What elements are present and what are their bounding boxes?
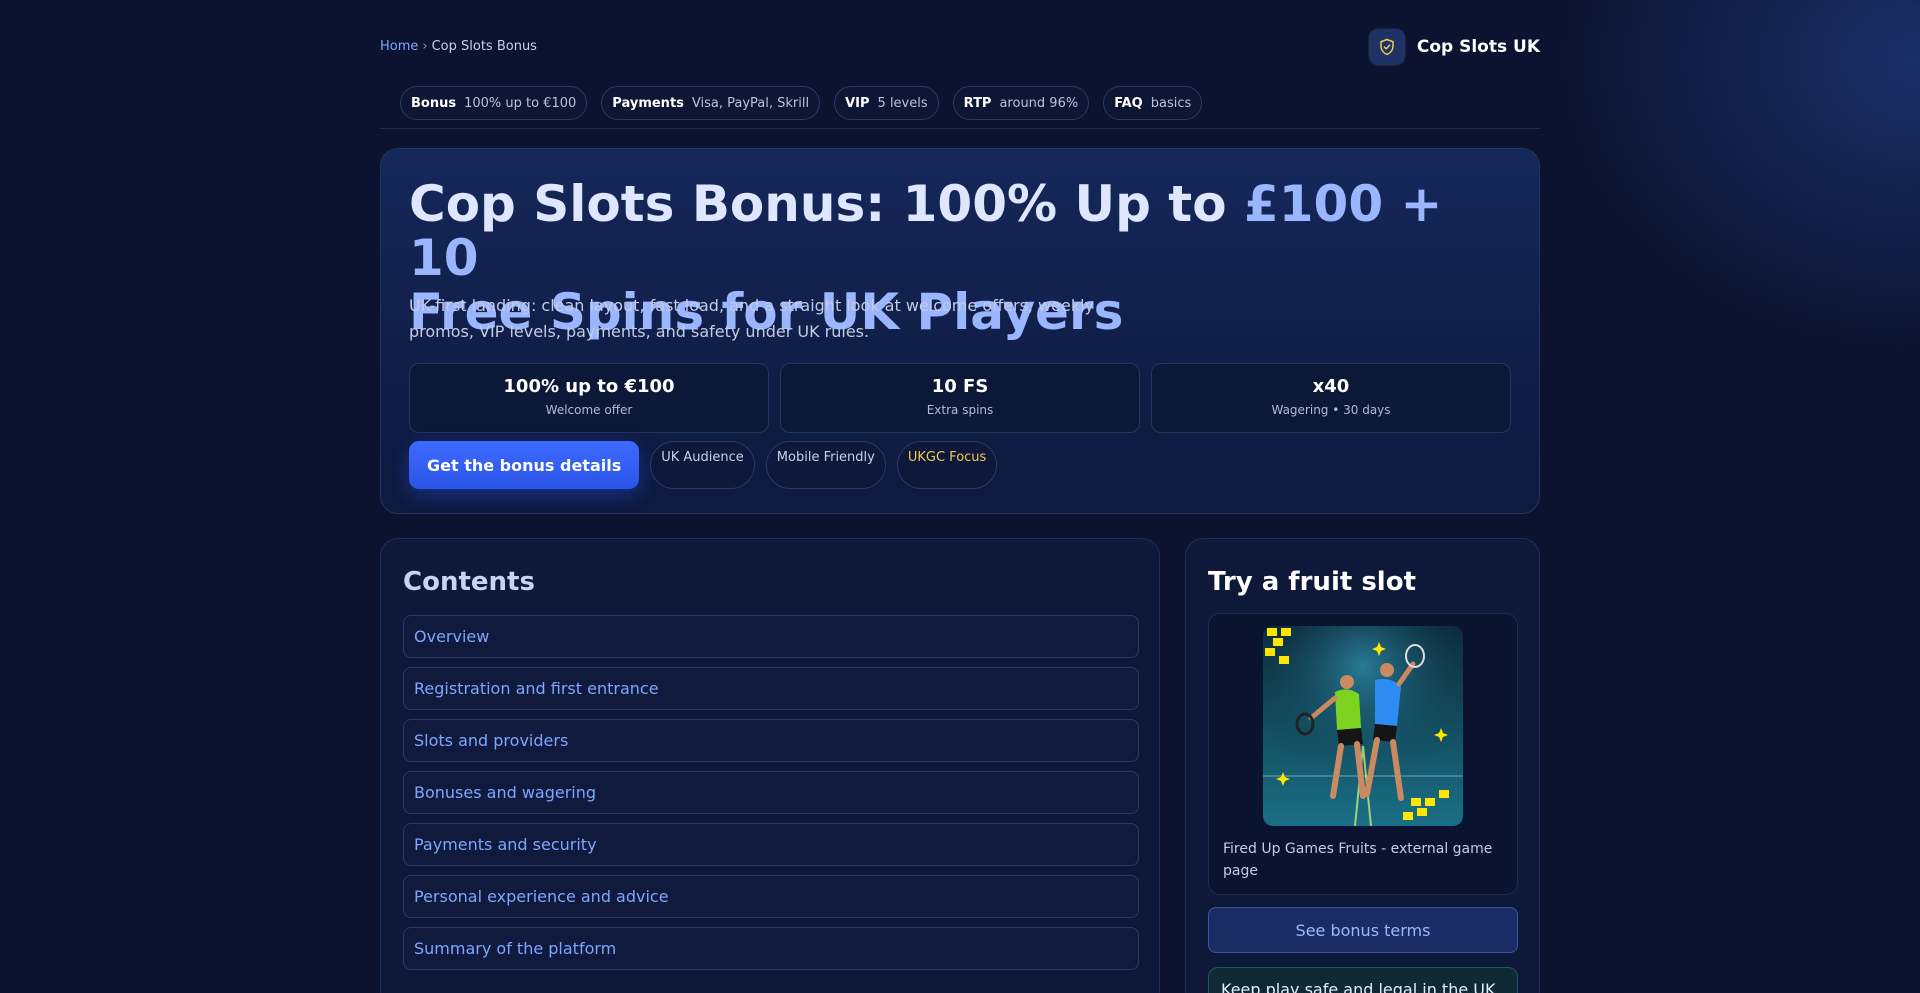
chip-rtp[interactable]: RTP around 96% — [952, 86, 1090, 120]
chip-value: 5 levels — [877, 95, 928, 111]
shield-check-icon — [1368, 29, 1405, 65]
hero-stats: 100% up to €100 Welcome offer 10 FS Extr… — [409, 363, 1511, 433]
breadcrumb-current: Cop Slots Bonus — [431, 39, 537, 54]
stat-card-spins: 10 FS Extra spins — [780, 363, 1140, 433]
toc-link-experience[interactable]: Personal experience and advice — [403, 875, 1139, 918]
chip-value: basics — [1150, 95, 1192, 111]
breadcrumb: Home › Cop Slots Bonus — [380, 39, 537, 54]
toc-list: Overview Registration and first entrance… — [403, 615, 1139, 979]
summary-chips: Bonus 100% up to €100 Payments Visa, PayPa… — [400, 86, 1203, 120]
stat-label: Wagering • 30 days — [1271, 403, 1391, 417]
game-caption[interactable]: Fired Up Games Fruits - external game pa… — [1223, 838, 1503, 882]
toc-link-overview[interactable]: Overview — [403, 615, 1139, 658]
tag-mobile-friendly: Mobile Friendly — [765, 441, 886, 489]
chip-key: FAQ — [1114, 95, 1143, 111]
chip-key: RTP — [963, 95, 992, 111]
side-panel: Try a fruit slot Fired Up Games Fruits -… — [1185, 538, 1540, 993]
stat-value: 10 FS — [931, 376, 989, 397]
hero-actions: Get the bonus details UK Audience Mobile… — [409, 441, 998, 489]
header-divider — [380, 128, 1540, 129]
hero-lead: UK-first landing: clean layout, fast loa… — [409, 296, 1095, 341]
chip-key: Payments — [612, 95, 684, 111]
stat-card-welcome: 100% up to €100 Welcome offer — [409, 363, 769, 433]
toc-link-payments[interactable]: Payments and security — [403, 823, 1139, 866]
contents-title: Contents — [403, 567, 535, 597]
header: Home › Cop Slots Bonus Cop Slots UK — [380, 28, 1540, 68]
stat-value: x40 — [1312, 376, 1350, 397]
chip-bonus[interactable]: Bonus 100% up to €100 — [400, 86, 588, 120]
contents-panel: Contents Overview Registration and first… — [380, 538, 1160, 993]
chip-key: VIP — [845, 95, 870, 111]
chip-faq[interactable]: FAQ basics — [1103, 86, 1203, 120]
chip-value: around 96% — [999, 95, 1079, 111]
chip-payments[interactable]: Payments Visa, PayPal, Skrill — [601, 86, 821, 120]
stat-label: Welcome offer — [545, 403, 633, 417]
safe-play-note: Keep play safe and legal in the UK — [1208, 967, 1518, 993]
toc-link-summary[interactable]: Summary of the platform — [403, 927, 1139, 970]
chip-key: Bonus — [411, 95, 457, 111]
game-thumbnail[interactable] — [1263, 626, 1463, 826]
chip-value: 100% up to €100 — [464, 95, 577, 111]
bonus-details-button[interactable]: Get the bonus details — [409, 441, 640, 489]
breadcrumb-home-link[interactable]: Home — [380, 39, 418, 54]
title-part-1: Cop Slots Bonus: 100% Up to — [409, 175, 1244, 233]
breadcrumb-separator: › — [422, 39, 428, 54]
side-title: Try a fruit slot — [1208, 567, 1417, 597]
toc-link-slots[interactable]: Slots and providers — [403, 719, 1139, 762]
tag-uk-audience: UK Audience — [650, 441, 755, 489]
hero-section: Cop Slots Bonus: 100% Up to £100 + 10 Fre… — [380, 148, 1540, 514]
stat-card-wagering: x40 Wagering • 30 days — [1151, 363, 1511, 433]
brand-name: Cop Slots UK — [1416, 37, 1540, 57]
stat-label: Extra spins — [926, 403, 994, 417]
chip-vip[interactable]: VIP 5 levels — [834, 86, 939, 120]
toc-link-bonuses[interactable]: Bonuses and wagering — [403, 771, 1139, 814]
chip-value: Visa, PayPal, Skrill — [691, 95, 810, 111]
toc-link-registration[interactable]: Registration and first entrance — [403, 667, 1139, 710]
see-bonus-terms-button[interactable]: See bonus terms — [1208, 907, 1518, 953]
game-card[interactable]: Fired Up Games Fruits - external game pa… — [1208, 613, 1518, 895]
tag-ukgc-focus: UKGC Focus — [896, 441, 998, 489]
brand[interactable]: Cop Slots UK — [1368, 29, 1540, 65]
stat-value: 100% up to €100 — [503, 376, 675, 397]
